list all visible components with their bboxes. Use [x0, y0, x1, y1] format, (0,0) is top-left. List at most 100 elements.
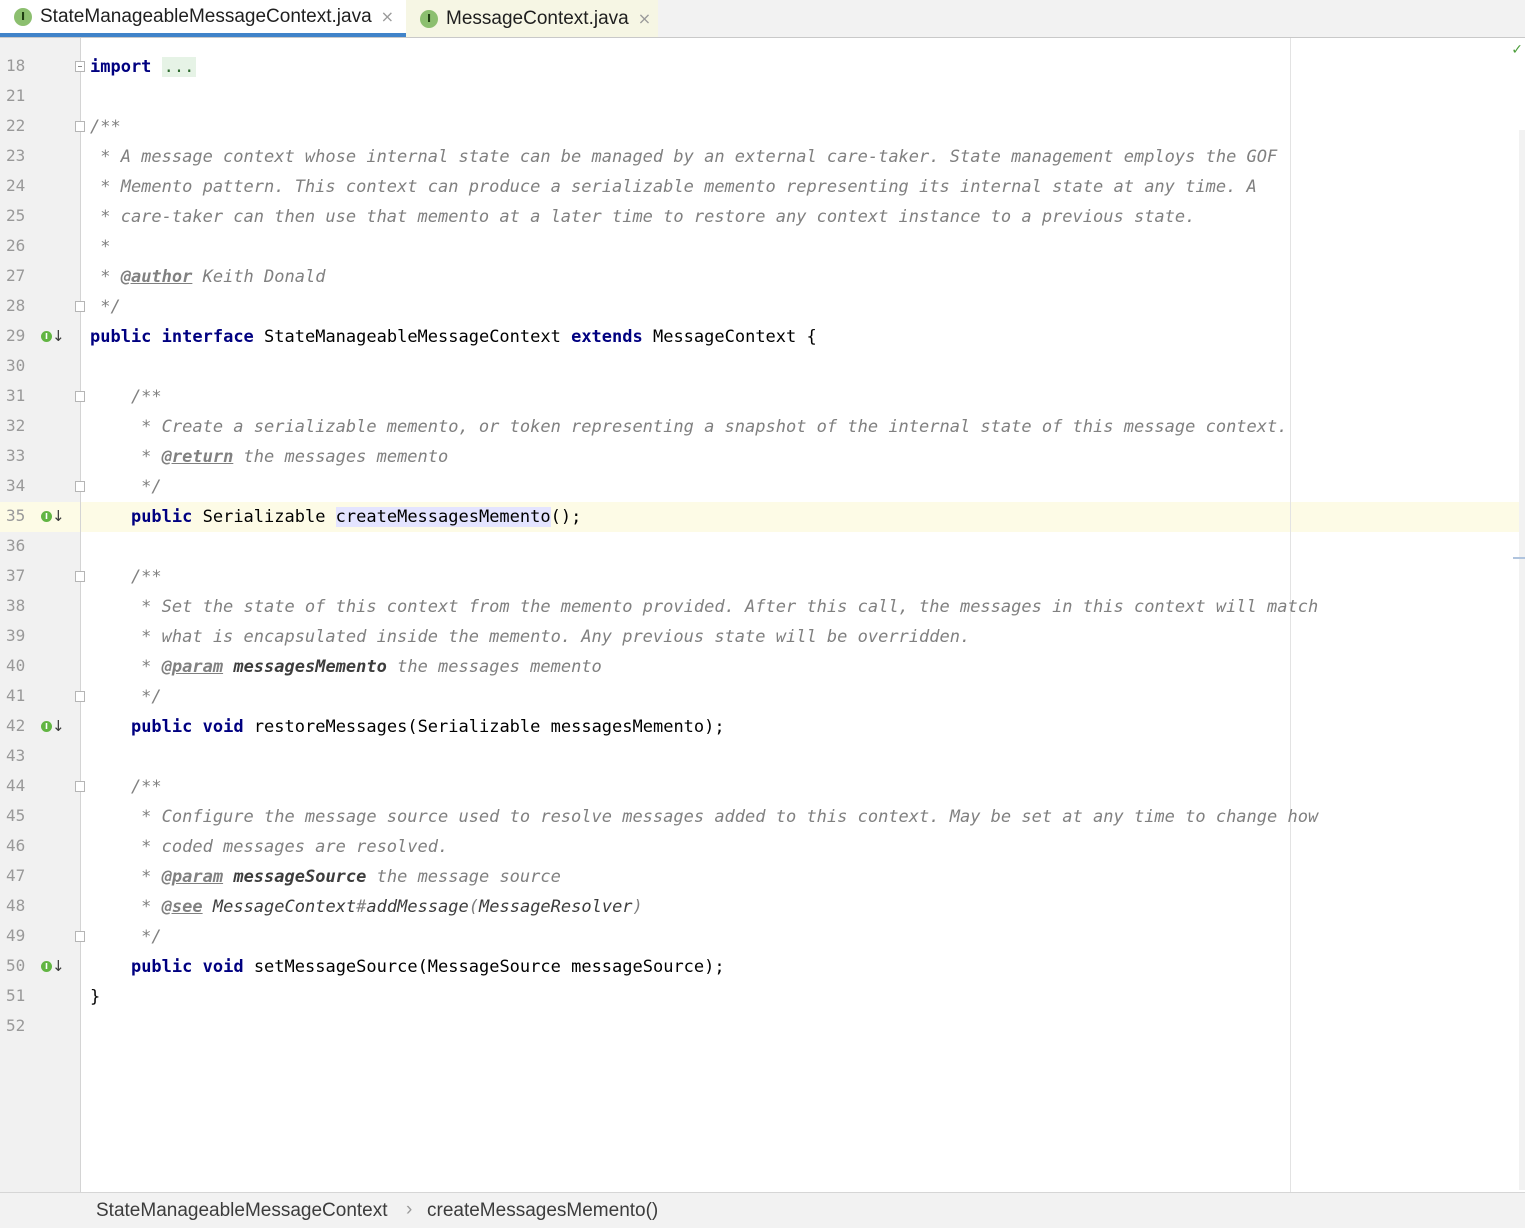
fold-collapse-icon[interactable] — [75, 571, 85, 582]
code-text: */ — [90, 687, 162, 707]
code-line[interactable]: 33 * @return the messages memento — [0, 442, 1525, 472]
interface-icon: I — [420, 9, 438, 28]
code-line[interactable]: 42 I ↓ public void restoreMessages(Seriali… — [0, 712, 1525, 742]
fold-collapse-icon[interactable] — [75, 931, 85, 942]
implemented-method-icon[interactable]: I ↓ — [41, 327, 65, 345]
code-text: */ — [90, 477, 162, 497]
line-number[interactable]: 37 — [6, 566, 30, 585]
line-number[interactable]: 47 — [6, 866, 30, 885]
code-line[interactable]: 43 — [0, 742, 1525, 772]
line-number[interactable]: 28 — [6, 296, 30, 315]
line-number[interactable]: 18 — [6, 56, 30, 75]
code-text: * @param messagesMemento the messages me… — [90, 657, 602, 677]
code-line[interactable]: 31 /** — [0, 382, 1525, 412]
code-line[interactable]: 29 I ↓ public interface StateManageableMess… — [0, 322, 1525, 352]
fold-collapse-icon[interactable] — [75, 301, 85, 312]
code-line[interactable]: 50 I ↓ public void setMessageSource(Messag… — [0, 952, 1525, 982]
line-number[interactable]: 30 — [6, 356, 30, 375]
line-number[interactable]: 31 — [6, 386, 30, 405]
tab-label: MessageContext.java — [446, 7, 629, 29]
code-text: * Configure the message source used to r… — [90, 807, 1319, 827]
fold-collapse-icon[interactable] — [75, 121, 85, 132]
code-line[interactable]: 21 — [0, 82, 1525, 112]
fold-collapse-icon[interactable] — [75, 391, 85, 402]
implemented-method-icon[interactable]: I ↓ — [41, 957, 65, 975]
code-line[interactable]: 39 * what is encapsulated inside the mem… — [0, 622, 1525, 652]
line-number[interactable]: 24 — [6, 176, 30, 195]
code-text: public Serializable createMessagesMement… — [130, 507, 582, 527]
line-number[interactable]: 41 — [6, 686, 30, 705]
code-line[interactable]: 48 * @see MessageContext#addMessage(Mess… — [0, 892, 1525, 922]
line-number[interactable]: 46 — [6, 836, 30, 855]
code-line[interactable]: 24 * Memento pattern. This context can p… — [0, 172, 1525, 202]
line-number[interactable]: 32 — [6, 416, 30, 435]
line-number[interactable]: 35 — [6, 506, 30, 525]
line-number[interactable]: 50 — [6, 956, 30, 975]
line-number[interactable]: 52 — [6, 1016, 30, 1035]
close-icon[interactable]: × — [381, 7, 394, 26]
fold-expand-icon[interactable] — [75, 61, 85, 72]
code-line[interactable]: 47 * @param messageSource the message so… — [0, 862, 1525, 892]
line-number[interactable]: 51 — [6, 986, 30, 1005]
line-number[interactable]: 34 — [6, 476, 30, 495]
code-line[interactable]: 44 /** — [0, 772, 1525, 802]
line-number[interactable]: 36 — [6, 536, 30, 555]
code-line[interactable]: 27 * @author Keith Donald — [0, 262, 1525, 292]
code-text: * @param messageSource the message sourc… — [90, 867, 561, 887]
code-line[interactable]: 37 /** — [0, 562, 1525, 592]
tab-message-context[interactable]: I MessageContext.java × — [406, 0, 658, 37]
breadcrumb-item-interface[interactable]: StateManageableMessageContext — [96, 1200, 388, 1222]
implemented-method-icon[interactable]: I ↓ — [41, 717, 65, 735]
fold-collapse-icon[interactable] — [75, 781, 85, 792]
line-number[interactable]: 21 — [6, 86, 30, 105]
fold-collapse-icon[interactable] — [75, 481, 85, 492]
code-line[interactable]: 38 * Set the state of this context from … — [0, 592, 1525, 622]
code-line[interactable]: 51} — [0, 982, 1525, 1012]
line-number[interactable]: 45 — [6, 806, 30, 825]
code-line[interactable]: 23 * A message context whose internal st… — [0, 142, 1525, 172]
line-number[interactable]: 43 — [6, 746, 30, 765]
line-number[interactable]: 48 — [6, 896, 30, 915]
code-line[interactable]: 46 * coded messages are resolved. — [0, 832, 1525, 862]
code-line[interactable]: 18 import ... — [0, 52, 1525, 82]
close-icon[interactable]: × — [638, 9, 651, 28]
tab-state-manageable-message-context[interactable]: I StateManageableMessageContext.java × — [0, 0, 406, 37]
code-text: public interface StateManageableMessageC… — [90, 327, 817, 347]
line-number[interactable]: 44 — [6, 776, 30, 795]
code-line[interactable]: 35 I ↓ public Serializable createMessagesM… — [0, 502, 1525, 532]
tab-label: StateManageableMessageContext.java — [40, 5, 372, 27]
line-number[interactable]: 40 — [6, 656, 30, 675]
code-line[interactable]: 28 */ — [0, 292, 1525, 322]
code-line[interactable]: 26 * — [0, 232, 1525, 262]
code-text: * what is encapsulated inside the mement… — [90, 627, 971, 647]
code-line[interactable]: 41 */ — [0, 682, 1525, 712]
code-line[interactable]: 52 — [0, 1012, 1525, 1042]
code-line[interactable]: 45 * Configure the message source used t… — [0, 802, 1525, 832]
line-number[interactable]: 26 — [6, 236, 30, 255]
line-number[interactable]: 22 — [6, 116, 30, 135]
line-number[interactable]: 42 — [6, 716, 30, 735]
line-number[interactable]: 23 — [6, 146, 30, 165]
line-number[interactable]: 39 — [6, 626, 30, 645]
breadcrumb-item-method[interactable]: createMessagesMemento() — [427, 1200, 658, 1222]
code-line[interactable]: 36 — [0, 532, 1525, 562]
code-line[interactable]: 30 — [0, 352, 1525, 382]
code-text: * A message context whose internal state… — [90, 147, 1278, 167]
code-line[interactable]: 40 * @param messagesMemento the messages… — [0, 652, 1525, 682]
code-line[interactable]: 32 * Create a serializable memento, or t… — [0, 412, 1525, 442]
breadcrumb: StateManageableMessageContext › createMe… — [0, 1192, 1525, 1228]
code-text: import ... — [90, 57, 197, 77]
code-line[interactable]: 34 */ — [0, 472, 1525, 502]
line-number[interactable]: 49 — [6, 926, 30, 945]
line-number[interactable]: 33 — [6, 446, 30, 465]
line-number[interactable]: 25 — [6, 206, 30, 225]
code-line[interactable]: 25 * care-taker can then use that mement… — [0, 202, 1525, 232]
code-line[interactable]: 22 /** — [0, 112, 1525, 142]
fold-collapse-icon[interactable] — [75, 691, 85, 702]
line-number[interactable]: 38 — [6, 596, 30, 615]
chevron-right-icon: › — [406, 1199, 413, 1220]
line-number[interactable]: 29 — [6, 326, 30, 345]
code-line[interactable]: 49 */ — [0, 922, 1525, 952]
line-number[interactable]: 27 — [6, 266, 30, 285]
implemented-method-icon[interactable]: I ↓ — [41, 507, 65, 525]
